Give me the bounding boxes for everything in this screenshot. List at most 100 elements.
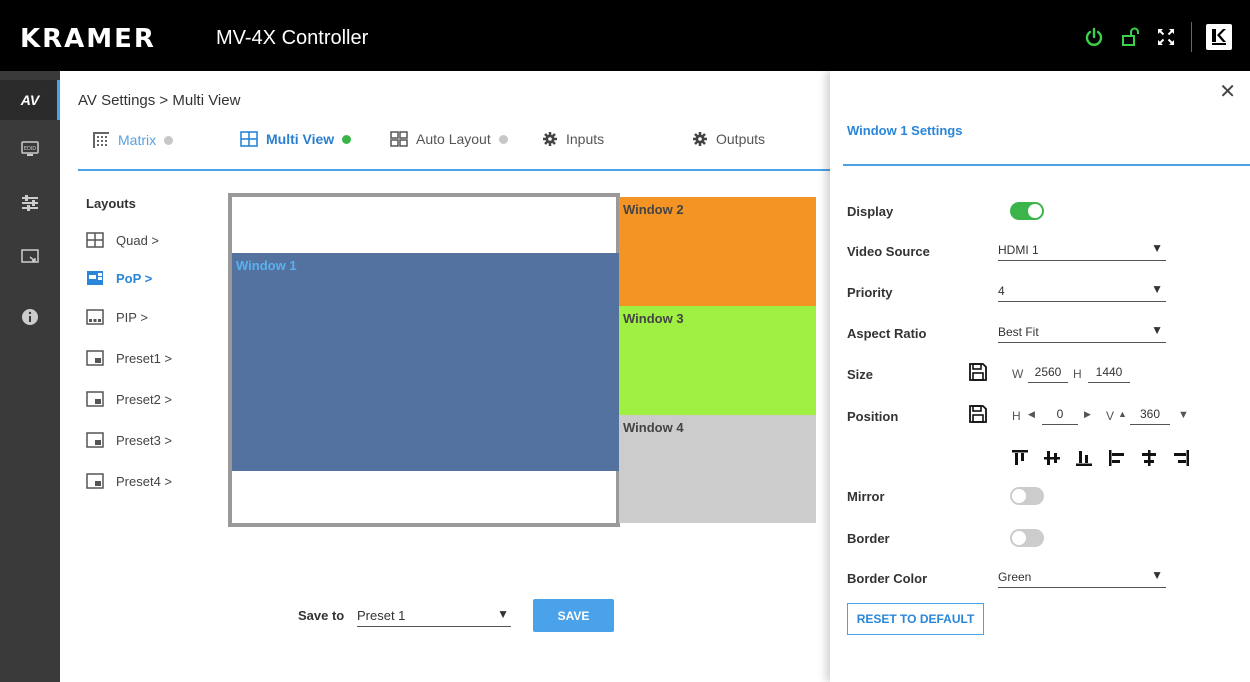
layout-item-label: PIP >	[116, 309, 148, 325]
layout-item-label: Preset3 >	[116, 432, 173, 448]
tab-outputs-label: Outputs	[716, 131, 766, 147]
window-2[interactable]: Window 2	[619, 197, 816, 306]
tab-multi-view-label: Multi View	[266, 131, 335, 147]
panel-underline	[843, 164, 1250, 166]
align-bottom-icon[interactable]	[1075, 449, 1093, 467]
video-source-select[interactable]: HDMI 1 ▼	[998, 239, 1166, 261]
layout-item-label: Preset4 >	[116, 473, 173, 489]
preset-icon	[86, 350, 104, 366]
save-to-value: Preset 1	[357, 608, 406, 623]
panel-title: Window 1 Settings	[847, 123, 963, 138]
window-1[interactable]: Window 1	[232, 253, 619, 471]
dropdown-arrow-icon: ▼	[1151, 241, 1163, 255]
layout-item-quad[interactable]: Quad >	[86, 232, 159, 248]
matrix-icon	[93, 132, 109, 148]
status-dot	[342, 134, 352, 144]
tab-inputs[interactable]: Inputs	[542, 131, 604, 147]
window-4[interactable]: Window 4	[619, 415, 816, 523]
aspect-ratio-select[interactable]: Best Fit ▼	[998, 321, 1166, 343]
save-size-icon[interactable]	[969, 363, 987, 381]
arrow-up-icon[interactable]: ▲	[1118, 409, 1127, 419]
pop-icon	[87, 271, 103, 285]
app-title: MV-4X Controller	[216, 27, 369, 49]
close-icon[interactable]: ✕	[1219, 79, 1236, 104]
size-w-label: W	[1012, 367, 1024, 381]
size-height-input[interactable]: 1440	[1088, 365, 1130, 383]
power-icon[interactable]	[1083, 26, 1105, 48]
size-label: Size	[847, 367, 874, 382]
priority-select[interactable]: 4 ▼	[998, 280, 1166, 302]
aspect-ratio-value: Best Fit	[998, 325, 1039, 339]
tab-matrix[interactable]: Matrix	[92, 131, 174, 149]
mirror-toggle[interactable]	[1010, 487, 1044, 505]
brand-logo: KRAMER	[20, 24, 156, 54]
align-center-icon[interactable]	[1140, 449, 1158, 467]
breadcrumb: AV Settings > Multi View	[78, 92, 241, 109]
preset-icon	[86, 473, 104, 489]
layout-item-label: Preset1 >	[116, 350, 173, 366]
layout-item-preset3[interactable]: Preset3 >	[86, 432, 172, 448]
sidebar-item-settings[interactable]	[0, 183, 60, 223]
border-toggle[interactable]	[1010, 529, 1044, 547]
quad-icon	[86, 232, 104, 248]
window-3[interactable]: Window 3	[619, 306, 816, 415]
save-button[interactable]: SAVE	[533, 599, 614, 632]
layout-item-pop[interactable]: PoP >	[86, 270, 152, 286]
position-h-input[interactable]: 0	[1042, 407, 1078, 425]
sidebar-item-display[interactable]	[0, 237, 60, 277]
reset-to-default-button[interactable]: RESET TO DEFAULT	[847, 603, 984, 635]
dropdown-arrow-icon: ▼	[497, 607, 509, 621]
main-content: AV Settings > Multi View Matrix Multi Vi…	[60, 71, 830, 682]
sidebar-item-edid[interactable]: EDID	[0, 129, 60, 169]
settings-icon	[22, 195, 38, 211]
edid-icon: EDID	[21, 141, 39, 156]
priority-value: 4	[998, 284, 1005, 298]
align-left-icon[interactable]	[1108, 449, 1126, 467]
position-h-label: H	[1012, 409, 1021, 423]
priority-label: Priority	[847, 285, 893, 300]
border-color-select[interactable]: Green ▼	[998, 566, 1166, 588]
arrow-down-icon[interactable]: ▼	[1178, 409, 1189, 421]
sidebar: AV EDID	[0, 71, 60, 682]
arrow-left-icon[interactable]: ◀	[1028, 409, 1035, 420]
dropdown-arrow-icon: ▼	[1151, 568, 1163, 582]
fullscreen-icon[interactable]	[1155, 26, 1177, 48]
header-separator	[1191, 22, 1192, 52]
tab-matrix-label: Matrix	[118, 132, 157, 148]
tab-multi-view[interactable]: Multi View	[240, 131, 352, 147]
align-top-icon[interactable]	[1011, 449, 1029, 467]
toggle-knob	[1012, 531, 1026, 545]
preset-icon	[86, 432, 104, 448]
align-right-icon[interactable]	[1172, 449, 1190, 467]
layouts-heading: Layouts	[86, 196, 136, 211]
display-icon	[21, 249, 39, 263]
window-label: Window 2	[623, 202, 684, 217]
arrow-right-icon[interactable]: ▶	[1084, 409, 1091, 420]
top-bar: KRAMER MV-4X Controller	[0, 0, 1250, 71]
display-label: Display	[847, 204, 894, 219]
multi-view-icon	[240, 131, 258, 147]
window-settings-panel: ✕ Window 1 Settings Display Video Source…	[830, 71, 1250, 682]
tab-auto-layout[interactable]: Auto Layout	[390, 131, 508, 147]
display-toggle[interactable]	[1010, 202, 1044, 220]
status-dot	[164, 135, 174, 145]
tab-outputs[interactable]: Outputs	[692, 131, 765, 147]
align-middle-icon[interactable]	[1043, 449, 1061, 467]
layout-item-preset2[interactable]: Preset2 >	[86, 391, 172, 407]
layout-item-label: PoP >	[116, 270, 153, 286]
video-source-label: Video Source	[847, 244, 930, 259]
unlock-icon[interactable]	[1119, 26, 1141, 48]
auto-layout-icon	[390, 131, 408, 147]
save-to-select[interactable]: Preset 1 ▼	[357, 605, 511, 627]
sidebar-item-av[interactable]: AV	[0, 80, 60, 120]
save-position-icon[interactable]	[969, 405, 987, 423]
position-v-input[interactable]: 360	[1130, 407, 1170, 425]
layout-item-preset1[interactable]: Preset1 >	[86, 350, 172, 366]
kramer-logo	[1206, 24, 1232, 50]
tab-inputs-label: Inputs	[566, 131, 605, 147]
sidebar-item-info[interactable]	[0, 297, 60, 337]
size-width-input[interactable]: 2560	[1028, 365, 1068, 383]
layout-item-pip[interactable]: PIP >	[86, 309, 148, 325]
layout-item-preset4[interactable]: Preset4 >	[86, 473, 172, 489]
gear-icon	[693, 132, 707, 146]
